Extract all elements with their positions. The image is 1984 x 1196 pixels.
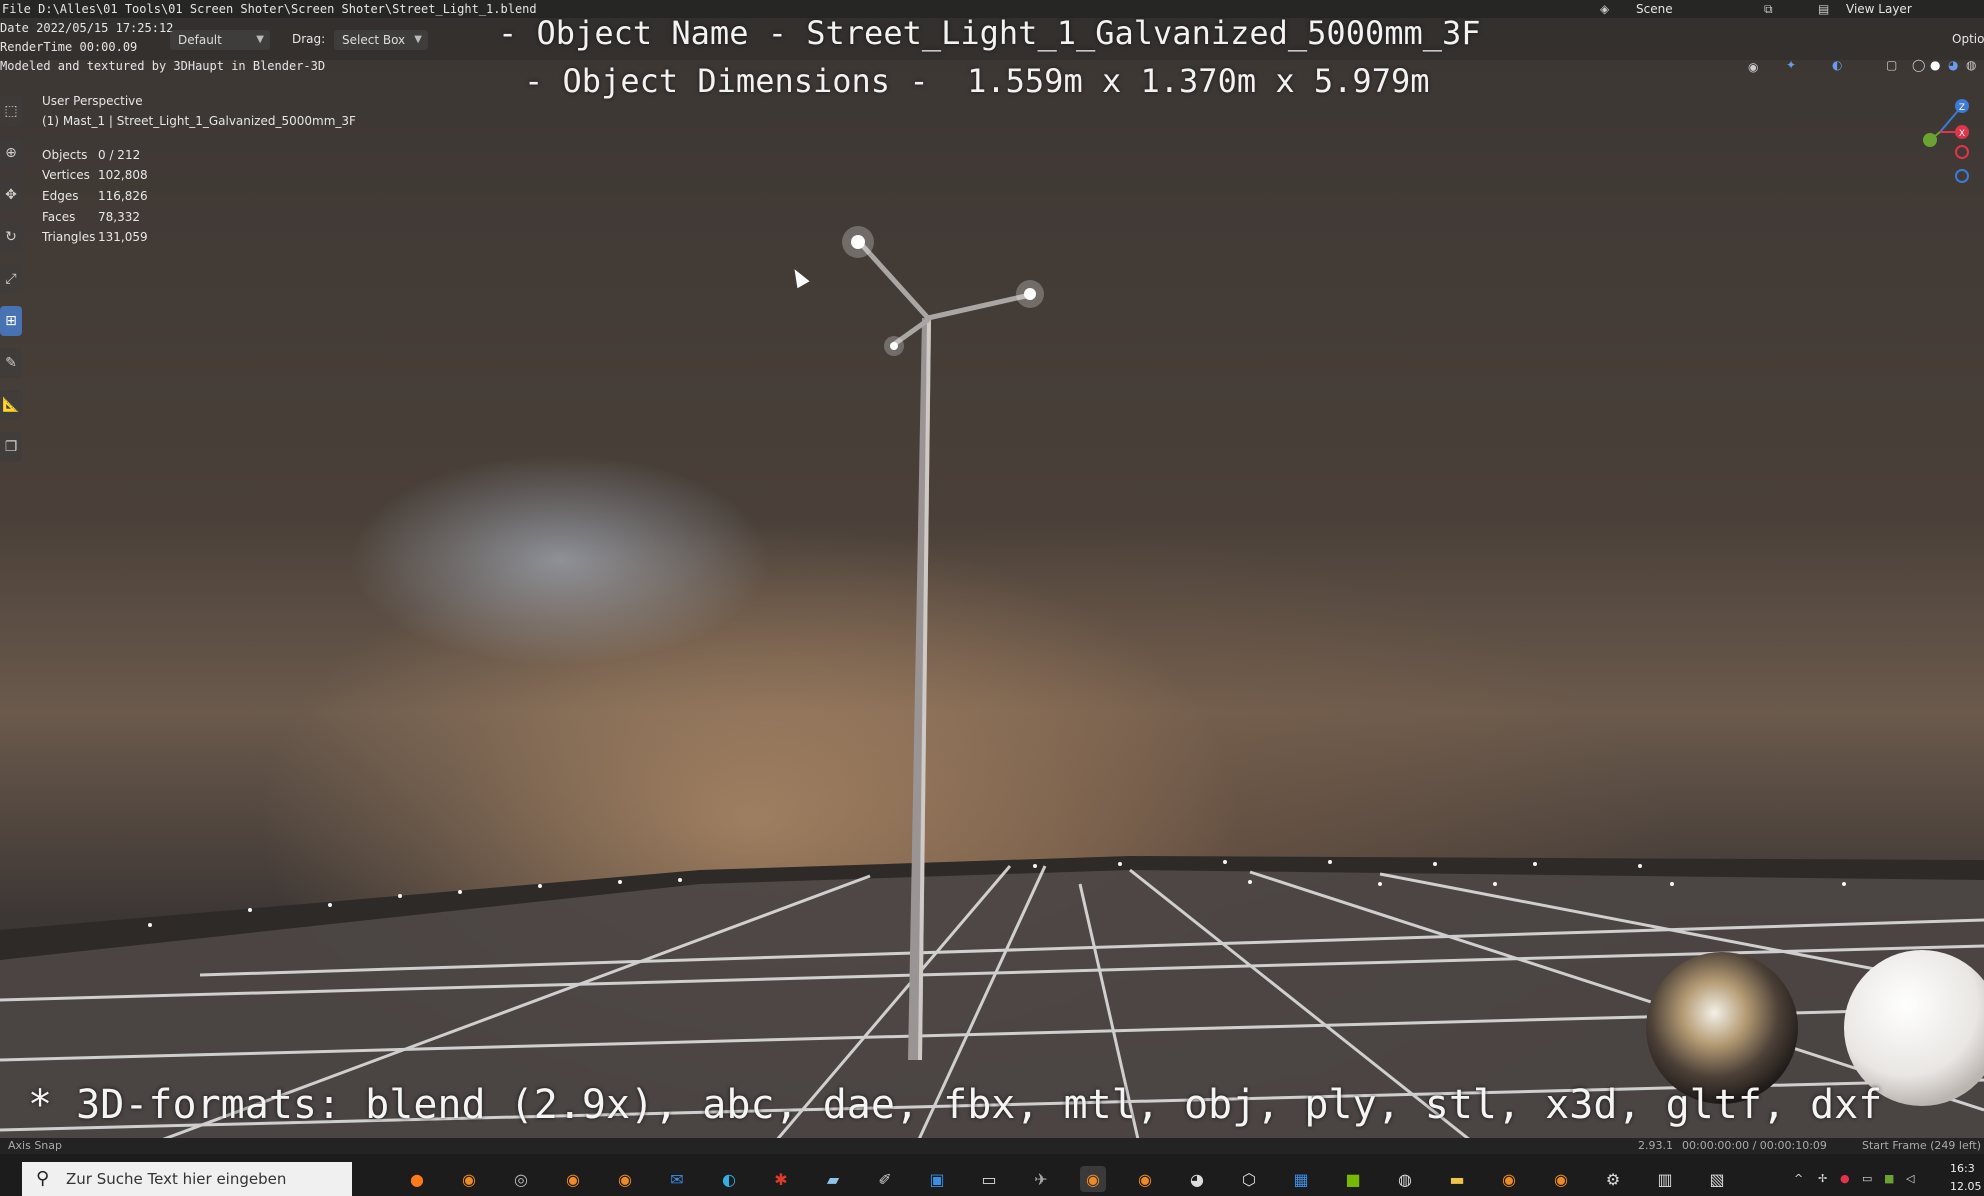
taskbar-clock[interactable]: 16:3 <box>1950 1162 1975 1175</box>
cube-icon[interactable]: ⬡ <box>1236 1166 1262 1192</box>
status-bar: Axis Snap 2.93.1 00:00:00:00 / 00:00:10:… <box>0 1138 1984 1154</box>
navigation-gizmo[interactable]: Z X <box>1910 92 1970 192</box>
gizmo-z-label: Z <box>1959 103 1965 113</box>
gizmo-toggle-icon[interactable]: ✦ <box>1786 58 1796 72</box>
add-cube-icon[interactable]: ❐ <box>0 432 22 462</box>
view-layer-selector[interactable]: View Layer <box>1846 2 1912 16</box>
rotate-icon[interactable]: ↻ <box>0 222 22 252</box>
stats-value: 78,332 <box>98 210 140 224</box>
render-time-text: RenderTime 00:00.09 <box>0 40 138 54</box>
stats-value: 102,808 <box>98 168 148 182</box>
stats-label: Vertices <box>42 168 90 182</box>
tray-volume-icon[interactable]: ◁ <box>1906 1172 1914 1185</box>
edge-icon[interactable]: ◐ <box>716 1166 742 1192</box>
search-placeholder: Zur Suche Text hier eingeben <box>66 1170 287 1188</box>
perspective-label: User Perspective <box>42 94 143 108</box>
network-app-icon[interactable]: ▥ <box>1652 1166 1678 1192</box>
measure-icon[interactable]: 📐 <box>0 390 22 420</box>
status-timecode: 00:00:00:00 / 00:00:10:09 <box>1682 1139 1827 1152</box>
gizmo-x-label: X <box>1959 129 1965 139</box>
notes-icon[interactable]: ▰ <box>820 1166 846 1192</box>
stats-label: Faces <box>42 210 76 224</box>
stats-label: Triangles <box>42 230 96 244</box>
screenshot-icon[interactable]: ▧ <box>1704 1166 1730 1192</box>
firefox-icon[interactable]: ● <box>404 1166 430 1192</box>
status-axis-snap: Axis Snap <box>8 1139 62 1152</box>
active-object-label: (1) Mast_1 | Street_Light_1_Galvanized_5… <box>42 114 356 128</box>
tray-chevron-up-icon[interactable]: ^ <box>1794 1172 1803 1185</box>
scene-icon[interactable]: ◈ <box>1600 2 1609 16</box>
date-text: Date 2022/05/15 17:25:12 <box>0 21 174 35</box>
3d-viewport[interactable] <box>0 0 1984 1148</box>
blender-icon[interactable]: ◉ <box>560 1166 586 1192</box>
calendar-icon[interactable]: ▦ <box>1288 1166 1314 1192</box>
file-path-text: File D:\Alles\01 Tools\01 Screen Shoter\… <box>2 2 537 16</box>
orientation-value: Default <box>178 33 222 47</box>
store-icon[interactable]: ▣ <box>924 1166 950 1192</box>
select-box-icon[interactable]: ⬚ <box>0 96 22 126</box>
search-icon: ⚲ <box>36 1168 50 1189</box>
terminal-icon[interactable]: ▭ <box>976 1166 1002 1192</box>
tray-network-icon[interactable]: ✢ <box>1818 1172 1827 1185</box>
folder-icon[interactable]: ▬ <box>1444 1166 1470 1192</box>
cursor-icon[interactable]: ⊕ <box>0 138 22 168</box>
wireframe-shading-icon[interactable]: ◯ <box>1912 58 1925 72</box>
drag-label: Drag: <box>292 32 326 46</box>
app-icon[interactable]: ✱ <box>768 1166 794 1192</box>
blender-icon[interactable]: ◉ <box>1496 1166 1522 1192</box>
chevron-down-icon: ▼ <box>256 34 264 45</box>
scale-icon[interactable]: ⤢ <box>0 264 22 294</box>
obs-icon[interactable]: ◎ <box>508 1166 534 1192</box>
visibility-icon[interactable]: ◉ <box>1748 60 1758 74</box>
annotate-icon[interactable]: ✎ <box>0 348 22 378</box>
move-icon[interactable]: ✥ <box>0 180 22 210</box>
stats-value: 0 / 212 <box>98 148 141 162</box>
scene-render <box>0 226 1984 1148</box>
blender-icon[interactable]: ◉ <box>1132 1166 1158 1192</box>
formats-caption: * 3D-formats: blend (2.9x), abc, dae, fb… <box>28 1082 1883 1128</box>
credit-text: Modeled and textured by 3DHaupt in Blend… <box>0 59 326 73</box>
transform-icon[interactable]: ⊞ <box>0 306 22 336</box>
blender-icon[interactable]: ◉ <box>1548 1166 1574 1192</box>
mail-icon[interactable]: ✉ <box>664 1166 690 1192</box>
stats-label: Edges <box>42 189 79 203</box>
drag-dropdown[interactable]: Select Box ▼ <box>334 30 428 50</box>
taskbar-date[interactable]: 12.05 <box>1950 1180 1982 1193</box>
overlay-toggle-icon[interactable]: ◐ <box>1832 58 1842 72</box>
davinci-icon[interactable]: ◍ <box>1392 1166 1418 1192</box>
status-version: 2.93.1 <box>1638 1139 1673 1152</box>
tray-security-icon[interactable]: ■ <box>1884 1172 1894 1185</box>
tool-shelf: ⬚ ⊕ ✥ ↻ ⤢ ⊞ ✎ 📐 ❐ <box>0 96 24 474</box>
material-shading-icon[interactable]: ◕ <box>1948 58 1958 72</box>
panda-icon[interactable]: ◕ <box>1184 1166 1210 1192</box>
blender-icon[interactable]: ◉ <box>456 1166 482 1192</box>
copy-scene-icon[interactable]: ⧉ <box>1764 2 1773 17</box>
settings-icon[interactable]: ⚙ <box>1600 1166 1626 1192</box>
rendered-shading-icon[interactable]: ◍ <box>1966 58 1976 72</box>
tool-icon[interactable]: ✈ <box>1028 1166 1054 1192</box>
stats-value: 131,059 <box>98 230 148 244</box>
blender-icon[interactable]: ◉ <box>612 1166 638 1192</box>
xray-icon[interactable]: ▢ <box>1886 58 1897 72</box>
nvidia-icon[interactable]: ■ <box>1340 1166 1366 1192</box>
taskbar-search-input[interactable]: ⚲ Zur Suche Text hier eingeben <box>22 1162 352 1196</box>
chevron-down-icon: ▼ <box>414 34 422 45</box>
options-button[interactable]: Option <box>1952 32 1984 46</box>
object-dimensions-caption: - Object Dimensions - 1.559m x 1.370m x … <box>524 62 1430 100</box>
solid-shading-icon[interactable]: ● <box>1930 58 1940 72</box>
view-layer-icon[interactable]: ▤ <box>1818 2 1829 16</box>
stats-label: Objects <box>42 148 88 162</box>
orientation-dropdown[interactable]: Default ▼ <box>170 30 270 50</box>
drag-value: Select Box <box>342 33 406 47</box>
paint-icon[interactable]: ✐ <box>872 1166 898 1192</box>
status-start-frame: Start Frame (249 left) <box>1862 1139 1982 1152</box>
scene-selector[interactable]: Scene <box>1636 2 1673 16</box>
blender-active-icon[interactable]: ◉ <box>1080 1166 1106 1192</box>
tray-app-icon[interactable]: ● <box>1840 1172 1850 1185</box>
stats-value: 116,826 <box>98 189 148 203</box>
tray-battery-icon[interactable]: ▭ <box>1862 1172 1872 1185</box>
object-name-caption: - Object Name - Street_Light_1_Galvanize… <box>498 14 1481 52</box>
